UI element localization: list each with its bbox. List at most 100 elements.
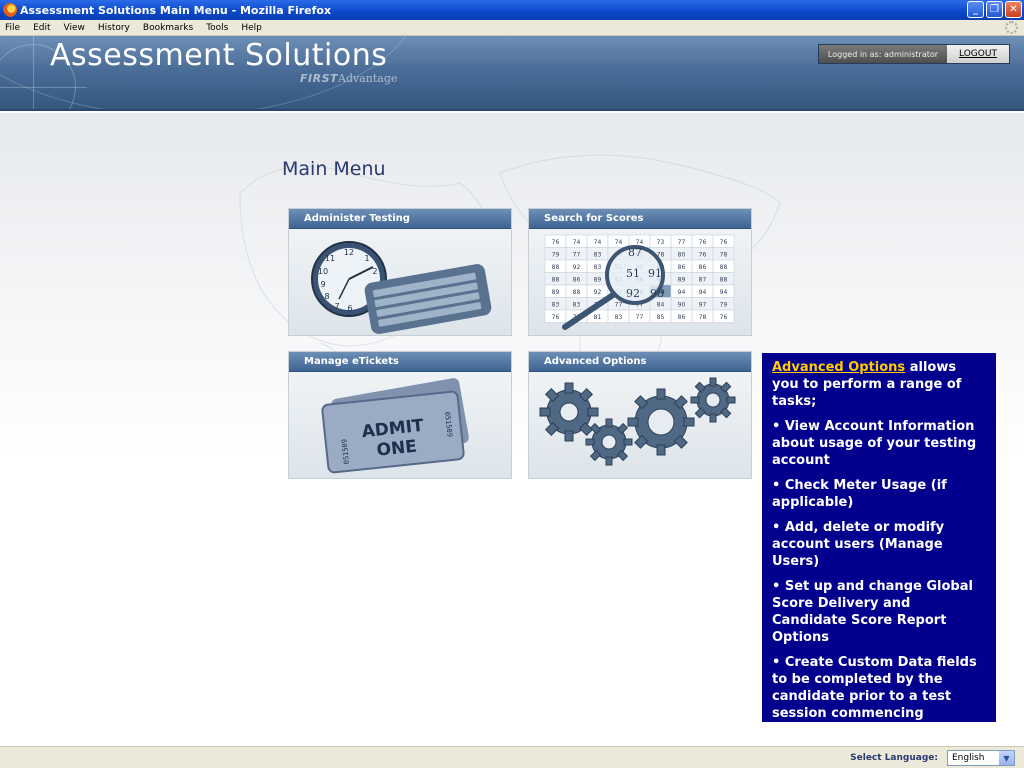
app-header: Assessment Solutions FIRSTAdvantage Logg… <box>0 36 1024 111</box>
score-cell-value: 78 <box>720 252 728 259</box>
svg-text:6: 6 <box>347 304 352 313</box>
score-cell-value: 88 <box>573 289 581 296</box>
score-cell-value: 88 <box>720 277 728 284</box>
close-button[interactable]: ✕ <box>1005 1 1022 18</box>
score-cell-value: 97 <box>699 302 707 309</box>
score-cell-value: 89 <box>678 277 686 284</box>
score-cell-value: 78 <box>699 314 707 321</box>
score-cell-value: 76 <box>699 239 707 246</box>
svg-text:9: 9 <box>320 280 325 289</box>
score-cell-value: 86 <box>678 264 686 271</box>
logout-button[interactable]: LOGOUT <box>947 45 1009 63</box>
menu-bookmarks[interactable]: Bookmarks <box>143 23 193 33</box>
advanced-options-link[interactable]: Advanced Options <box>772 360 905 375</box>
score-cell-value: 88 <box>552 277 560 284</box>
clock-keyboard-icon: 1212 41110 9876 <box>311 241 492 334</box>
language-select[interactable]: English ▼ <box>947 750 1015 766</box>
magnified-score: 92 <box>626 287 640 300</box>
score-cell-value: 77 <box>573 252 581 259</box>
tile-advanced-options[interactable]: Advanced Options <box>528 351 752 479</box>
restore-button[interactable]: ❐ <box>986 1 1003 18</box>
tile-search-for-scores[interactable]: Search for Scores 76 74 74 74 74 73 77 76 76 79 77… <box>528 208 752 336</box>
tile-manage-etickets-label: Manage eTickets <box>289 352 511 372</box>
select-language-label: Select Language: <box>850 753 938 763</box>
minimize-button[interactable]: _ <box>967 1 984 18</box>
sub-brand-logo: FIRSTAdvantage <box>300 72 397 85</box>
score-cell-value: 88 <box>552 264 560 271</box>
chevron-down-icon[interactable]: ▼ <box>999 751 1014 765</box>
score-cell-value: 90 <box>678 302 686 309</box>
score-cell-value: 84 <box>657 302 665 309</box>
menu-file[interactable]: File <box>5 23 20 33</box>
score-cell-value: 83 <box>594 264 602 271</box>
svg-text:2: 2 <box>372 267 377 276</box>
score-cell-value: 85 <box>657 314 665 321</box>
score-cell-value: 92 <box>573 264 581 271</box>
window-controls: _ ❐ ✕ <box>967 1 1022 18</box>
score-cell-value: 77 <box>678 239 686 246</box>
info-panel-lead: Advanced Options allows you to perform a… <box>772 359 986 410</box>
menu-bar: File Edit View History Bookmarks Tools H… <box>0 20 1024 36</box>
info-bullet-manage-users: • Add, delete or modify account users (M… <box>772 520 945 569</box>
tile-administer-testing[interactable]: Administer Testing 1212 41110 9876 <box>288 208 512 336</box>
score-cell-value: 76 <box>699 252 707 259</box>
tile-manage-etickets[interactable]: Manage eTickets ADMIT ONE 051509 051509 <box>288 351 512 479</box>
main-content: Main Menu Administer Testing 1212 41110 … <box>0 113 1024 746</box>
score-cell-value: 94 <box>678 289 686 296</box>
info-bullet-account-info: • View Account Information about usage o… <box>772 419 977 468</box>
score-cell-value: 79 <box>720 302 728 309</box>
advanced-options-info-panel: Advanced Options allows you to perform a… <box>762 353 996 746</box>
throbber-icon <box>1005 21 1018 34</box>
score-cell-value: 83 <box>594 252 602 259</box>
page-title: Main Menu <box>282 158 386 180</box>
tile-advanced-options-label: Advanced Options <box>529 352 751 372</box>
magnified-score: 51 <box>626 267 640 280</box>
footer-bar: Select Language: English ▼ <box>0 746 1024 768</box>
svg-text:11: 11 <box>325 254 335 263</box>
info-bullet-custom-data: • Create Custom Data fields to be comple… <box>772 655 977 721</box>
score-cell-value: 79 <box>552 252 560 259</box>
score-cell-value: 77 <box>615 302 623 309</box>
score-cell-value: 86 <box>699 264 707 271</box>
sub-brand-first: FIRST <box>300 72 339 85</box>
score-cell-value: 83 <box>615 314 623 321</box>
svg-text:1: 1 <box>364 254 369 263</box>
menu-help[interactable]: Help <box>241 23 262 33</box>
score-cell-value: 77 <box>636 314 644 321</box>
score-cell-value: 81 <box>594 314 602 321</box>
magnified-score: 98 <box>650 287 664 300</box>
score-cell-value: 86 <box>678 314 686 321</box>
window-titlebar: Assessment Solutions Main Menu - Mozilla… <box>0 0 1024 20</box>
score-cell-value: 92 <box>594 289 602 296</box>
svg-text:8: 8 <box>324 292 329 301</box>
score-cell-value: 87 <box>699 277 707 284</box>
score-cell-value: 83 <box>573 302 581 309</box>
info-bullet-change-password: • Change your password <box>772 731 953 746</box>
score-cell-value: 94 <box>720 289 728 296</box>
gears-icon <box>539 377 736 466</box>
svg-text:10: 10 <box>318 267 328 276</box>
admit-one-ticket-icon: ADMIT ONE 051509 051509 <box>321 378 469 474</box>
logged-in-label: Logged in as: administrator <box>819 45 947 63</box>
menu-history[interactable]: History <box>98 23 130 33</box>
menu-edit[interactable]: Edit <box>33 23 50 33</box>
ticket-one-text: ONE <box>376 437 418 461</box>
score-cell-value: 88 <box>720 264 728 271</box>
tile-search-for-scores-label: Search for Scores <box>529 209 751 229</box>
score-cell-value: 74 <box>636 239 644 246</box>
svg-text:7: 7 <box>334 302 339 311</box>
magnified-score: 87 <box>628 246 642 259</box>
menu-view[interactable]: View <box>64 23 85 33</box>
score-cell-value: 86 <box>573 277 581 284</box>
score-cell-value: 76 <box>552 239 560 246</box>
brand-logo: Assessment Solutions <box>50 38 388 73</box>
score-cell-value: 94 <box>699 289 707 296</box>
score-cell-value: 74 <box>615 239 623 246</box>
score-cell-value: 74 <box>594 239 602 246</box>
firefox-icon <box>3 3 17 17</box>
score-cell-value: 76 <box>720 314 728 321</box>
menu-tools[interactable]: Tools <box>206 23 228 33</box>
magnified-score: 91 <box>648 267 662 280</box>
score-cell-value: 76 <box>552 314 560 321</box>
language-select-value: English <box>952 753 985 763</box>
